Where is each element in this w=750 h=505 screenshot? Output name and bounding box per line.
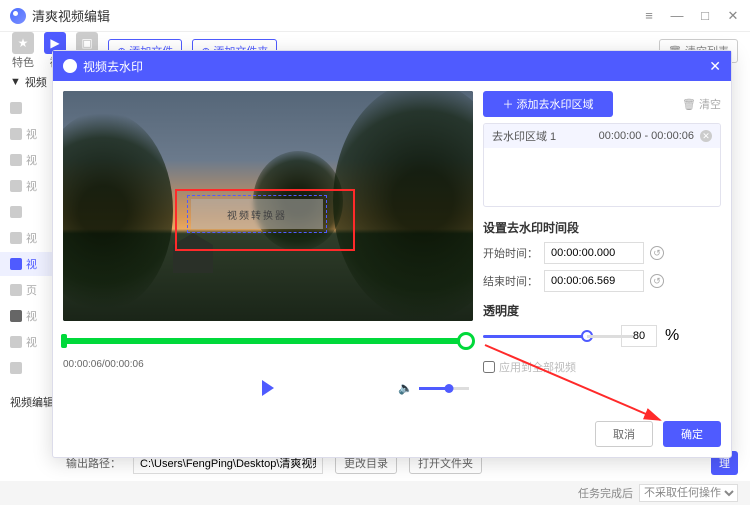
region-list: 去水印区域 1 00:00:00 - 00:00:06 ✕	[483, 123, 721, 207]
add-region-button[interactable]: ＋ 添加去水印区域	[483, 91, 613, 117]
status-select[interactable]: 不采取任何操作	[639, 484, 738, 502]
opacity-slider[interactable]	[483, 335, 613, 338]
region-delete-icon[interactable]: ✕	[700, 130, 712, 142]
sidebar-item[interactable]: 视	[0, 174, 54, 198]
opacity-label: 透明度	[483, 302, 721, 319]
app-logo-icon	[10, 8, 26, 24]
confirm-button[interactable]: 确定	[663, 421, 721, 447]
status-label: 任务完成后	[578, 485, 633, 501]
volume-icon[interactable]: 🔈	[398, 381, 413, 395]
time-display: 00:00:06/00:00:06	[63, 359, 473, 370]
apply-all-checkbox[interactable]	[483, 361, 495, 373]
end-time-input[interactable]	[544, 270, 644, 292]
sidebar-item[interactable]: 视	[0, 226, 54, 250]
scrub-end-handle[interactable]	[457, 332, 475, 350]
reset-start-icon[interactable]: ↺	[650, 246, 664, 260]
modal-title: 视频去水印	[83, 58, 143, 75]
reset-end-icon[interactable]: ↺	[650, 274, 664, 288]
cancel-button[interactable]: 取消	[595, 421, 653, 447]
region-item[interactable]: 去水印区域 1 00:00:00 - 00:00:06 ✕	[484, 124, 720, 148]
region-name: 去水印区域 1	[492, 128, 556, 144]
start-time-input[interactable]	[544, 242, 644, 264]
time-section-title: 设置去水印时间段	[483, 219, 721, 236]
modal-close-button[interactable]: ✕	[709, 58, 721, 75]
modal-header: 视频去水印 ✕	[53, 51, 731, 81]
volume-slider[interactable]	[419, 387, 469, 390]
maximize-button[interactable]: □	[698, 8, 712, 24]
sidebar-item[interactable]	[0, 356, 54, 380]
tab-icon-1[interactable]: ★	[12, 32, 34, 54]
sidebar-item[interactable]: 视	[0, 304, 54, 328]
minimize-button[interactable]: —	[670, 8, 684, 24]
menu-icon[interactable]: ≡	[642, 8, 656, 24]
opacity-unit: %	[665, 327, 679, 345]
sidebar-section-bottom[interactable]: 视频编辑	[0, 390, 54, 414]
scrub-start-handle[interactable]	[61, 334, 67, 348]
play-button[interactable]	[262, 380, 274, 396]
video-preview[interactable]: 视频转换器	[63, 91, 473, 321]
sidebar-item[interactable]: 页	[0, 278, 54, 302]
tab-label-1: 特色	[12, 54, 34, 70]
app-title: 清爽视频编辑	[32, 6, 110, 25]
clear-regions-button[interactable]: 🗑 清空	[682, 96, 721, 112]
sidebar-section[interactable]: ▼ 视频	[0, 70, 54, 94]
sidebar: ▼ 视频 视 视 视 视 视 页 视 视 视频编辑	[0, 70, 54, 460]
sidebar-item[interactable]	[0, 200, 54, 224]
sidebar-item[interactable]: 视	[0, 330, 54, 354]
region-range: 00:00:00 - 00:00:06	[599, 130, 694, 142]
sidebar-item[interactable]: 视	[0, 122, 54, 146]
close-button[interactable]: ✕	[726, 8, 740, 24]
scrubber[interactable]	[63, 329, 473, 353]
sidebar-item[interactable]	[0, 96, 54, 120]
watermark-overlay: 视频转换器	[191, 199, 323, 229]
watermark-modal: 视频去水印 ✕ 视频转换器 00:00:06/00:00:06	[52, 50, 732, 458]
status-bar: 任务完成后 不采取任何操作	[0, 481, 750, 505]
sidebar-item[interactable]: 视	[0, 148, 54, 172]
title-bar: 清爽视频编辑 ≡ — □ ✕	[0, 0, 750, 32]
apply-all-label: 应用到全部视频	[499, 359, 576, 375]
modal-logo-icon	[63, 59, 77, 73]
end-label: 结束时间：	[483, 273, 538, 289]
start-label: 开始时间：	[483, 245, 538, 261]
sidebar-item-watermark[interactable]: 视	[0, 252, 54, 276]
